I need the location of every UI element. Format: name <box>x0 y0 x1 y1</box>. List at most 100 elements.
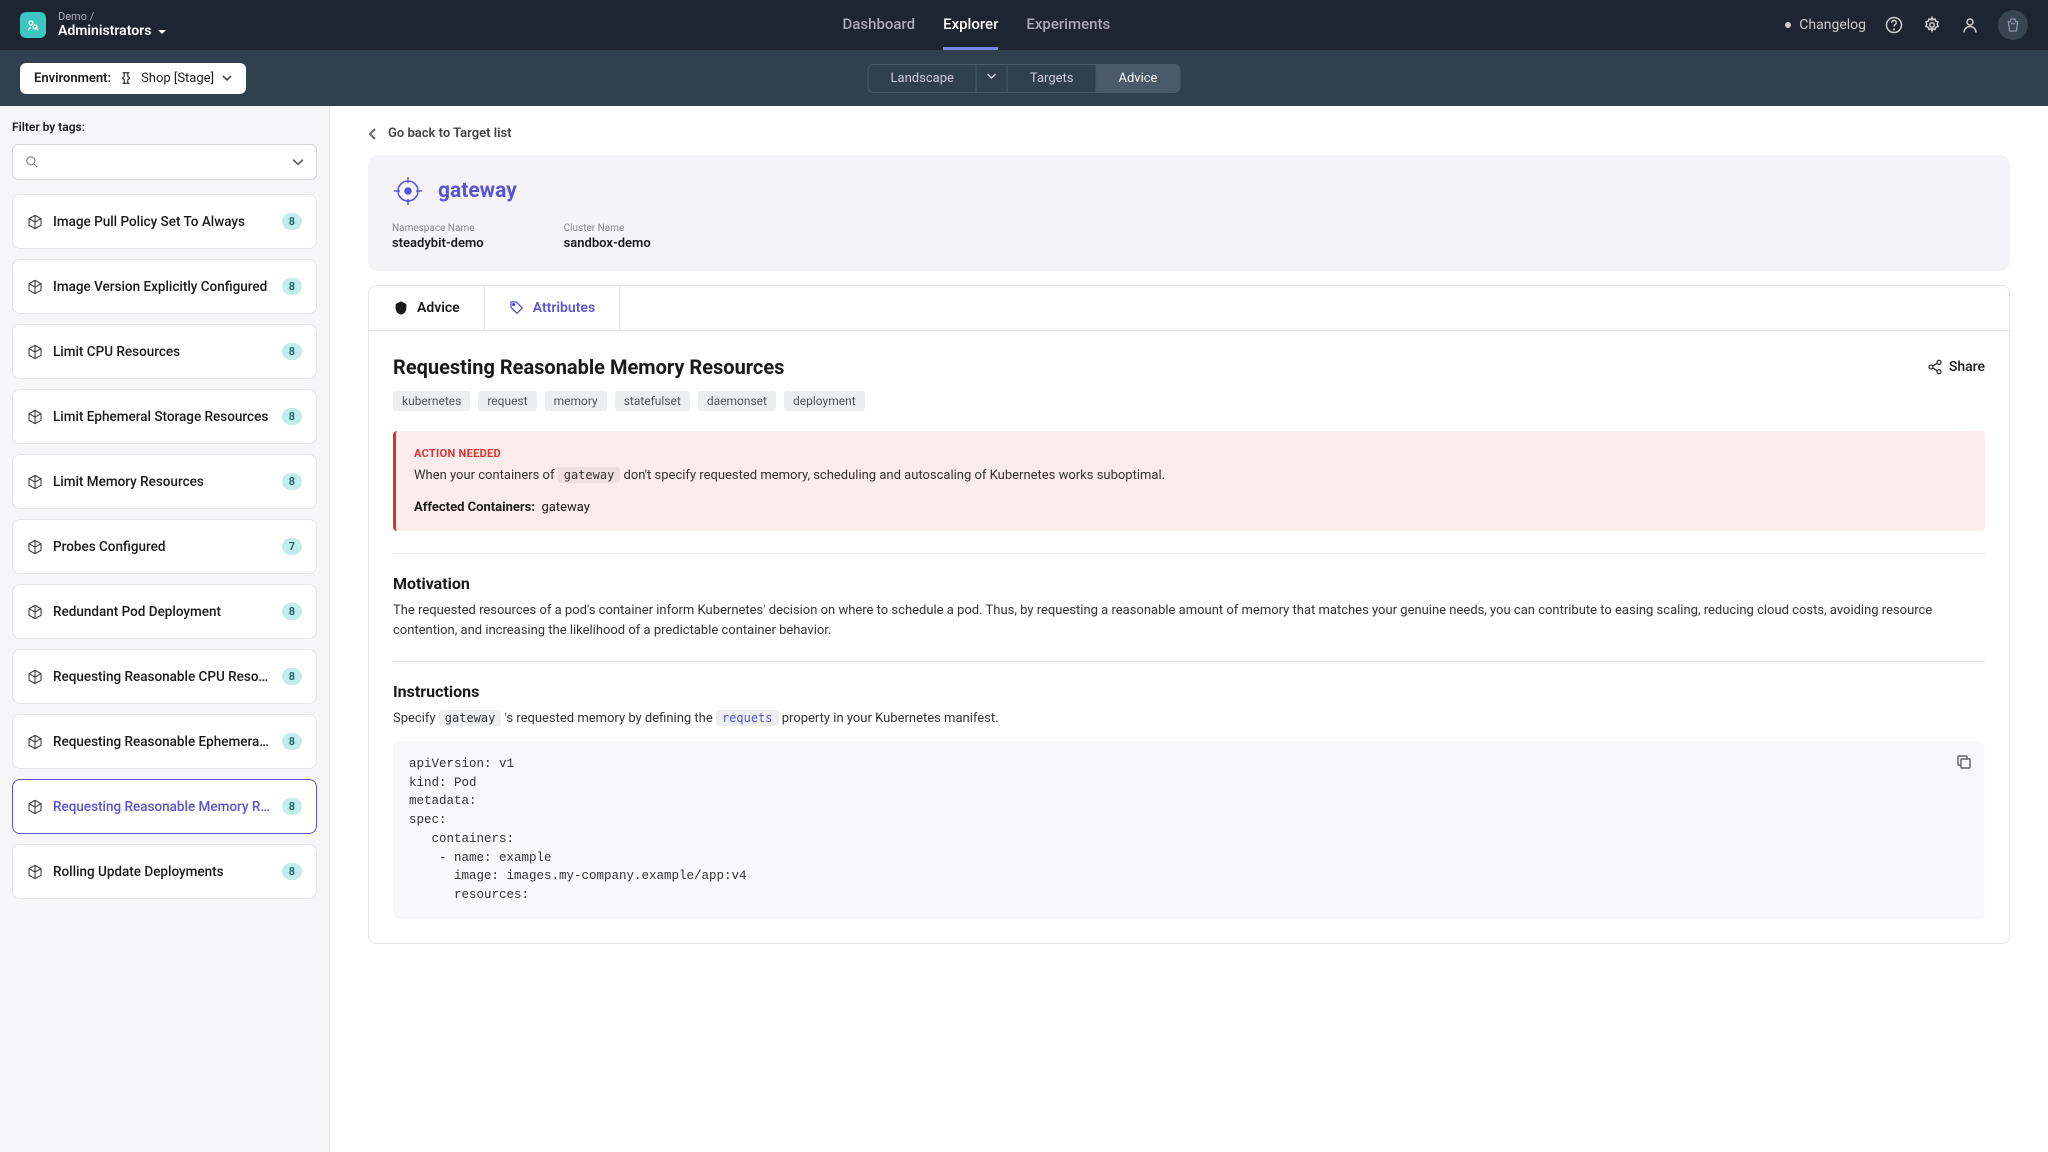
dot-icon <box>1785 22 1791 28</box>
sidebar: Filter by tags: Image Pull Policy Set To… <box>0 106 330 1152</box>
tab-advice[interactable]: Advice <box>369 286 485 330</box>
tab-body: Requesting Reasonable Memory Resources S… <box>368 330 2010 944</box>
main-container: Filter by tags: Image Pull Policy Set To… <box>0 106 2048 1152</box>
sidebar-item-label: Image Version Explicitly Configured <box>53 279 272 295</box>
cube-icon <box>27 214 43 230</box>
count-badge: 8 <box>282 733 302 750</box>
tab-label: Advice <box>417 300 460 316</box>
instructions-text: Specify gateway 's requested memory by d… <box>393 709 1985 729</box>
sidebar-item[interactable]: Requesting Reasonable Ephemeral Stor... … <box>12 714 317 769</box>
environment-selector[interactable]: Environment: Shop [Stage] <box>20 63 246 94</box>
count-badge: 8 <box>282 798 302 815</box>
tag: request <box>478 391 536 411</box>
sidebar-item-label: Probes Configured <box>53 539 272 555</box>
gear-icon[interactable] <box>1922 15 1942 35</box>
sidebar-item[interactable]: Limit Memory Resources 8 <box>12 454 317 509</box>
sidebar-item[interactable]: Rolling Update Deployments 8 <box>12 844 317 899</box>
meta-value: steadybit-demo <box>392 236 484 251</box>
count-badge: 7 <box>282 538 302 555</box>
cube-icon <box>27 604 43 620</box>
inner-tabs: Advice Attributes <box>368 285 2010 330</box>
back-link[interactable]: Go back to Target list <box>368 126 2010 141</box>
sidebar-item-label: Limit Memory Resources <box>53 474 272 490</box>
cube-icon <box>27 799 43 815</box>
chevron-down-icon <box>292 156 304 168</box>
sidebar-item[interactable]: Limit CPU Resources 8 <box>12 324 317 379</box>
breadcrumb[interactable]: Demo / Administrators <box>58 10 167 40</box>
back-link-label: Go back to Target list <box>388 126 512 141</box>
code-block: apiVersion: v1 kind: Pod metadata: spec:… <box>393 741 1985 919</box>
cube-icon <box>27 474 43 490</box>
user-icon[interactable] <box>1960 15 1980 35</box>
breadcrumb-current: Administrators <box>58 23 167 40</box>
seg-targets[interactable]: Targets <box>1008 65 1097 92</box>
target-name: gateway <box>438 179 517 203</box>
sidebar-item[interactable]: Image Version Explicitly Configured 8 <box>12 259 317 314</box>
sub-bar: Environment: Shop [Stage] Landscape Targ… <box>0 50 2048 106</box>
top-left: Demo / Administrators <box>20 10 167 40</box>
count-badge: 8 <box>282 278 302 295</box>
share-label: Share <box>1949 359 1985 375</box>
nav-dashboard[interactable]: Dashboard <box>843 1 916 50</box>
help-icon[interactable] <box>1884 15 1904 35</box>
section-title: Requesting Reasonable Memory Resources <box>393 355 784 379</box>
count-badge: 8 <box>282 213 302 230</box>
tags-row: kubernetesrequestmemorystatefulsetdaemon… <box>393 391 1985 411</box>
count-badge: 8 <box>282 668 302 685</box>
changelog-link[interactable]: Changelog <box>1785 17 1866 33</box>
target-title-row: gateway <box>392 175 1986 207</box>
sidebar-item-label: Requesting Reasonable Ephemeral Stor... <box>53 734 272 750</box>
copy-icon <box>1955 753 1973 771</box>
target-header: gateway Namespace Name steadybit-demo Cl… <box>368 155 2010 271</box>
count-badge: 8 <box>282 343 302 360</box>
sidebar-item[interactable]: Image Pull Policy Set To Always 8 <box>12 194 317 249</box>
code-inline: gateway <box>439 710 502 726</box>
sidebar-item-label: Requesting Reasonable Memory Reso... <box>53 799 272 815</box>
filter-search[interactable] <box>12 144 317 180</box>
divider <box>393 661 1985 662</box>
count-badge: 8 <box>282 863 302 880</box>
tag-icon <box>509 300 525 316</box>
copy-button[interactable] <box>1955 753 1973 771</box>
motivation-text: The requested resources of a pod's conta… <box>393 601 1985 641</box>
view-segmented-control: Landscape Targets Advice <box>868 64 1181 93</box>
tag: statefulset <box>615 391 690 411</box>
app-logo[interactable] <box>20 12 46 38</box>
meta-cluster: Cluster Name sandbox-demo <box>564 223 651 251</box>
alert-affected: Affected Containers: gateway <box>414 500 1967 515</box>
env-label: Environment: <box>34 71 111 86</box>
count-badge: 8 <box>282 408 302 425</box>
cube-icon <box>27 539 43 555</box>
cube-icon <box>27 864 43 880</box>
env-value: Shop [Stage] <box>141 71 214 86</box>
code-inline: gateway <box>558 467 621 483</box>
sidebar-item[interactable]: Requesting Reasonable CPU Resources 8 <box>12 649 317 704</box>
count-badge: 8 <box>282 603 302 620</box>
seg-landscape-caret[interactable] <box>977 65 1008 92</box>
code-inline: requets <box>716 710 779 726</box>
filter-label: Filter by tags: <box>12 120 317 134</box>
sidebar-item-label: Rolling Update Deployments <box>53 864 272 880</box>
cube-icon <box>27 409 43 425</box>
seg-advice[interactable]: Advice <box>1096 65 1179 92</box>
code-content[interactable]: apiVersion: v1 kind: Pod metadata: spec:… <box>409 755 1969 905</box>
share-button[interactable]: Share <box>1927 359 1985 375</box>
sidebar-item[interactable]: Probes Configured 7 <box>12 519 317 574</box>
sidebar-item-label: Redundant Pod Deployment <box>53 604 272 620</box>
seg-landscape[interactable]: Landscape <box>869 65 977 92</box>
sidebar-item[interactable]: Requesting Reasonable Memory Reso... 8 <box>12 779 317 834</box>
changelog-label: Changelog <box>1799 17 1866 33</box>
breadcrumb-label: Administrators <box>58 23 151 40</box>
top-right: Changelog <box>1785 10 2028 40</box>
nav-experiments[interactable]: Experiments <box>1026 1 1110 50</box>
nav-explorer[interactable]: Explorer <box>943 1 998 50</box>
tab-attributes[interactable]: Attributes <box>485 286 620 330</box>
chevron-down-icon <box>222 73 232 83</box>
sidebar-item[interactable]: Limit Ephemeral Storage Resources 8 <box>12 389 317 444</box>
chevron-left-icon <box>368 128 378 140</box>
avatar[interactable] <box>1998 10 2028 40</box>
tag: memory <box>545 391 607 411</box>
sidebar-item[interactable]: Redundant Pod Deployment 8 <box>12 584 317 639</box>
target-icon <box>392 175 424 207</box>
meta-label: Namespace Name <box>392 223 484 234</box>
